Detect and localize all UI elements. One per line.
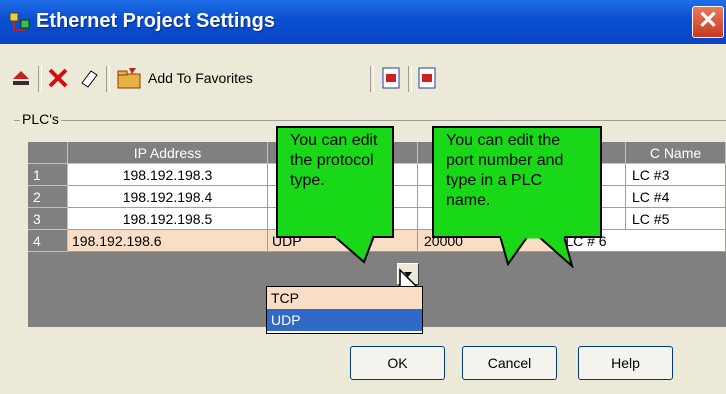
- port-callout: You can edit the port number and type in…: [432, 126, 602, 238]
- ip-cell[interactable]: 198.192.198.3: [68, 164, 268, 186]
- eject-icon: [13, 71, 29, 85]
- ip-cell[interactable]: 198.192.198.5: [68, 208, 268, 230]
- import-icon: [382, 67, 400, 89]
- toolbar-separator: [106, 66, 110, 92]
- import-button[interactable]: [380, 62, 402, 94]
- eject-button[interactable]: [10, 62, 32, 94]
- row-number[interactable]: 4: [28, 230, 68, 252]
- dropdown-option-udp[interactable]: UDP: [267, 309, 422, 331]
- port-callout-pointer: [498, 236, 574, 268]
- protocol-callout-text: You can edit the protocol type.: [290, 132, 378, 189]
- add-to-favorites-label: Add To Favorites: [148, 70, 253, 86]
- close-icon: ✕: [697, 7, 719, 34]
- toolbar-separator: [408, 66, 412, 92]
- protocol-callout-pointer: [332, 236, 376, 264]
- row-number[interactable]: 1: [28, 164, 68, 186]
- ip-cell[interactable]: 198.192.198.6: [68, 230, 268, 252]
- close-button[interactable]: ✕: [692, 6, 724, 38]
- eraser-icon: [81, 70, 98, 88]
- toolbar-separator: [370, 66, 374, 92]
- row-number[interactable]: 3: [28, 208, 68, 230]
- plc-name-cell[interactable]: LC #3: [626, 164, 726, 186]
- dropdown-option-tcp[interactable]: TCP: [267, 287, 422, 309]
- export-button[interactable]: [416, 62, 438, 94]
- header-ip-address[interactable]: IP Address: [68, 142, 268, 164]
- header-plc-name[interactable]: C Name: [626, 142, 726, 164]
- delete-x-icon: [48, 68, 68, 88]
- row-number[interactable]: 2: [28, 186, 68, 208]
- plc-name-cell[interactable]: LC #4: [626, 186, 726, 208]
- plcs-group-label: PLC's: [20, 111, 61, 127]
- protocol-callout: You can edit the protocol type.: [276, 126, 394, 238]
- ip-cell[interactable]: 198.192.198.4: [68, 186, 268, 208]
- corner-header: [28, 142, 68, 164]
- network-app-icon: [9, 12, 30, 31]
- plc-name-cell[interactable]: LC #5: [626, 208, 726, 230]
- delete-button[interactable]: [46, 62, 70, 94]
- add-to-favorites-button[interactable]: Add To Favorites: [116, 62, 253, 94]
- toolbar: Add To Favorites: [8, 62, 708, 96]
- port-callout-text: You can edit the port number and type in…: [446, 132, 564, 209]
- folder-favorites-icon: [117, 68, 141, 89]
- help-button[interactable]: Help: [578, 346, 673, 380]
- toolbar-separator: [38, 66, 42, 92]
- eraser-button[interactable]: [78, 62, 100, 94]
- export-icon: [418, 67, 436, 89]
- window-title: Ethernet Project Settings: [36, 10, 275, 32]
- protocol-dropdown-list: TCP UDP: [266, 286, 423, 334]
- ok-button[interactable]: OK: [350, 346, 445, 380]
- title-bar: Ethernet Project Settings ✕: [0, 0, 726, 44]
- cancel-button[interactable]: Cancel: [462, 346, 557, 380]
